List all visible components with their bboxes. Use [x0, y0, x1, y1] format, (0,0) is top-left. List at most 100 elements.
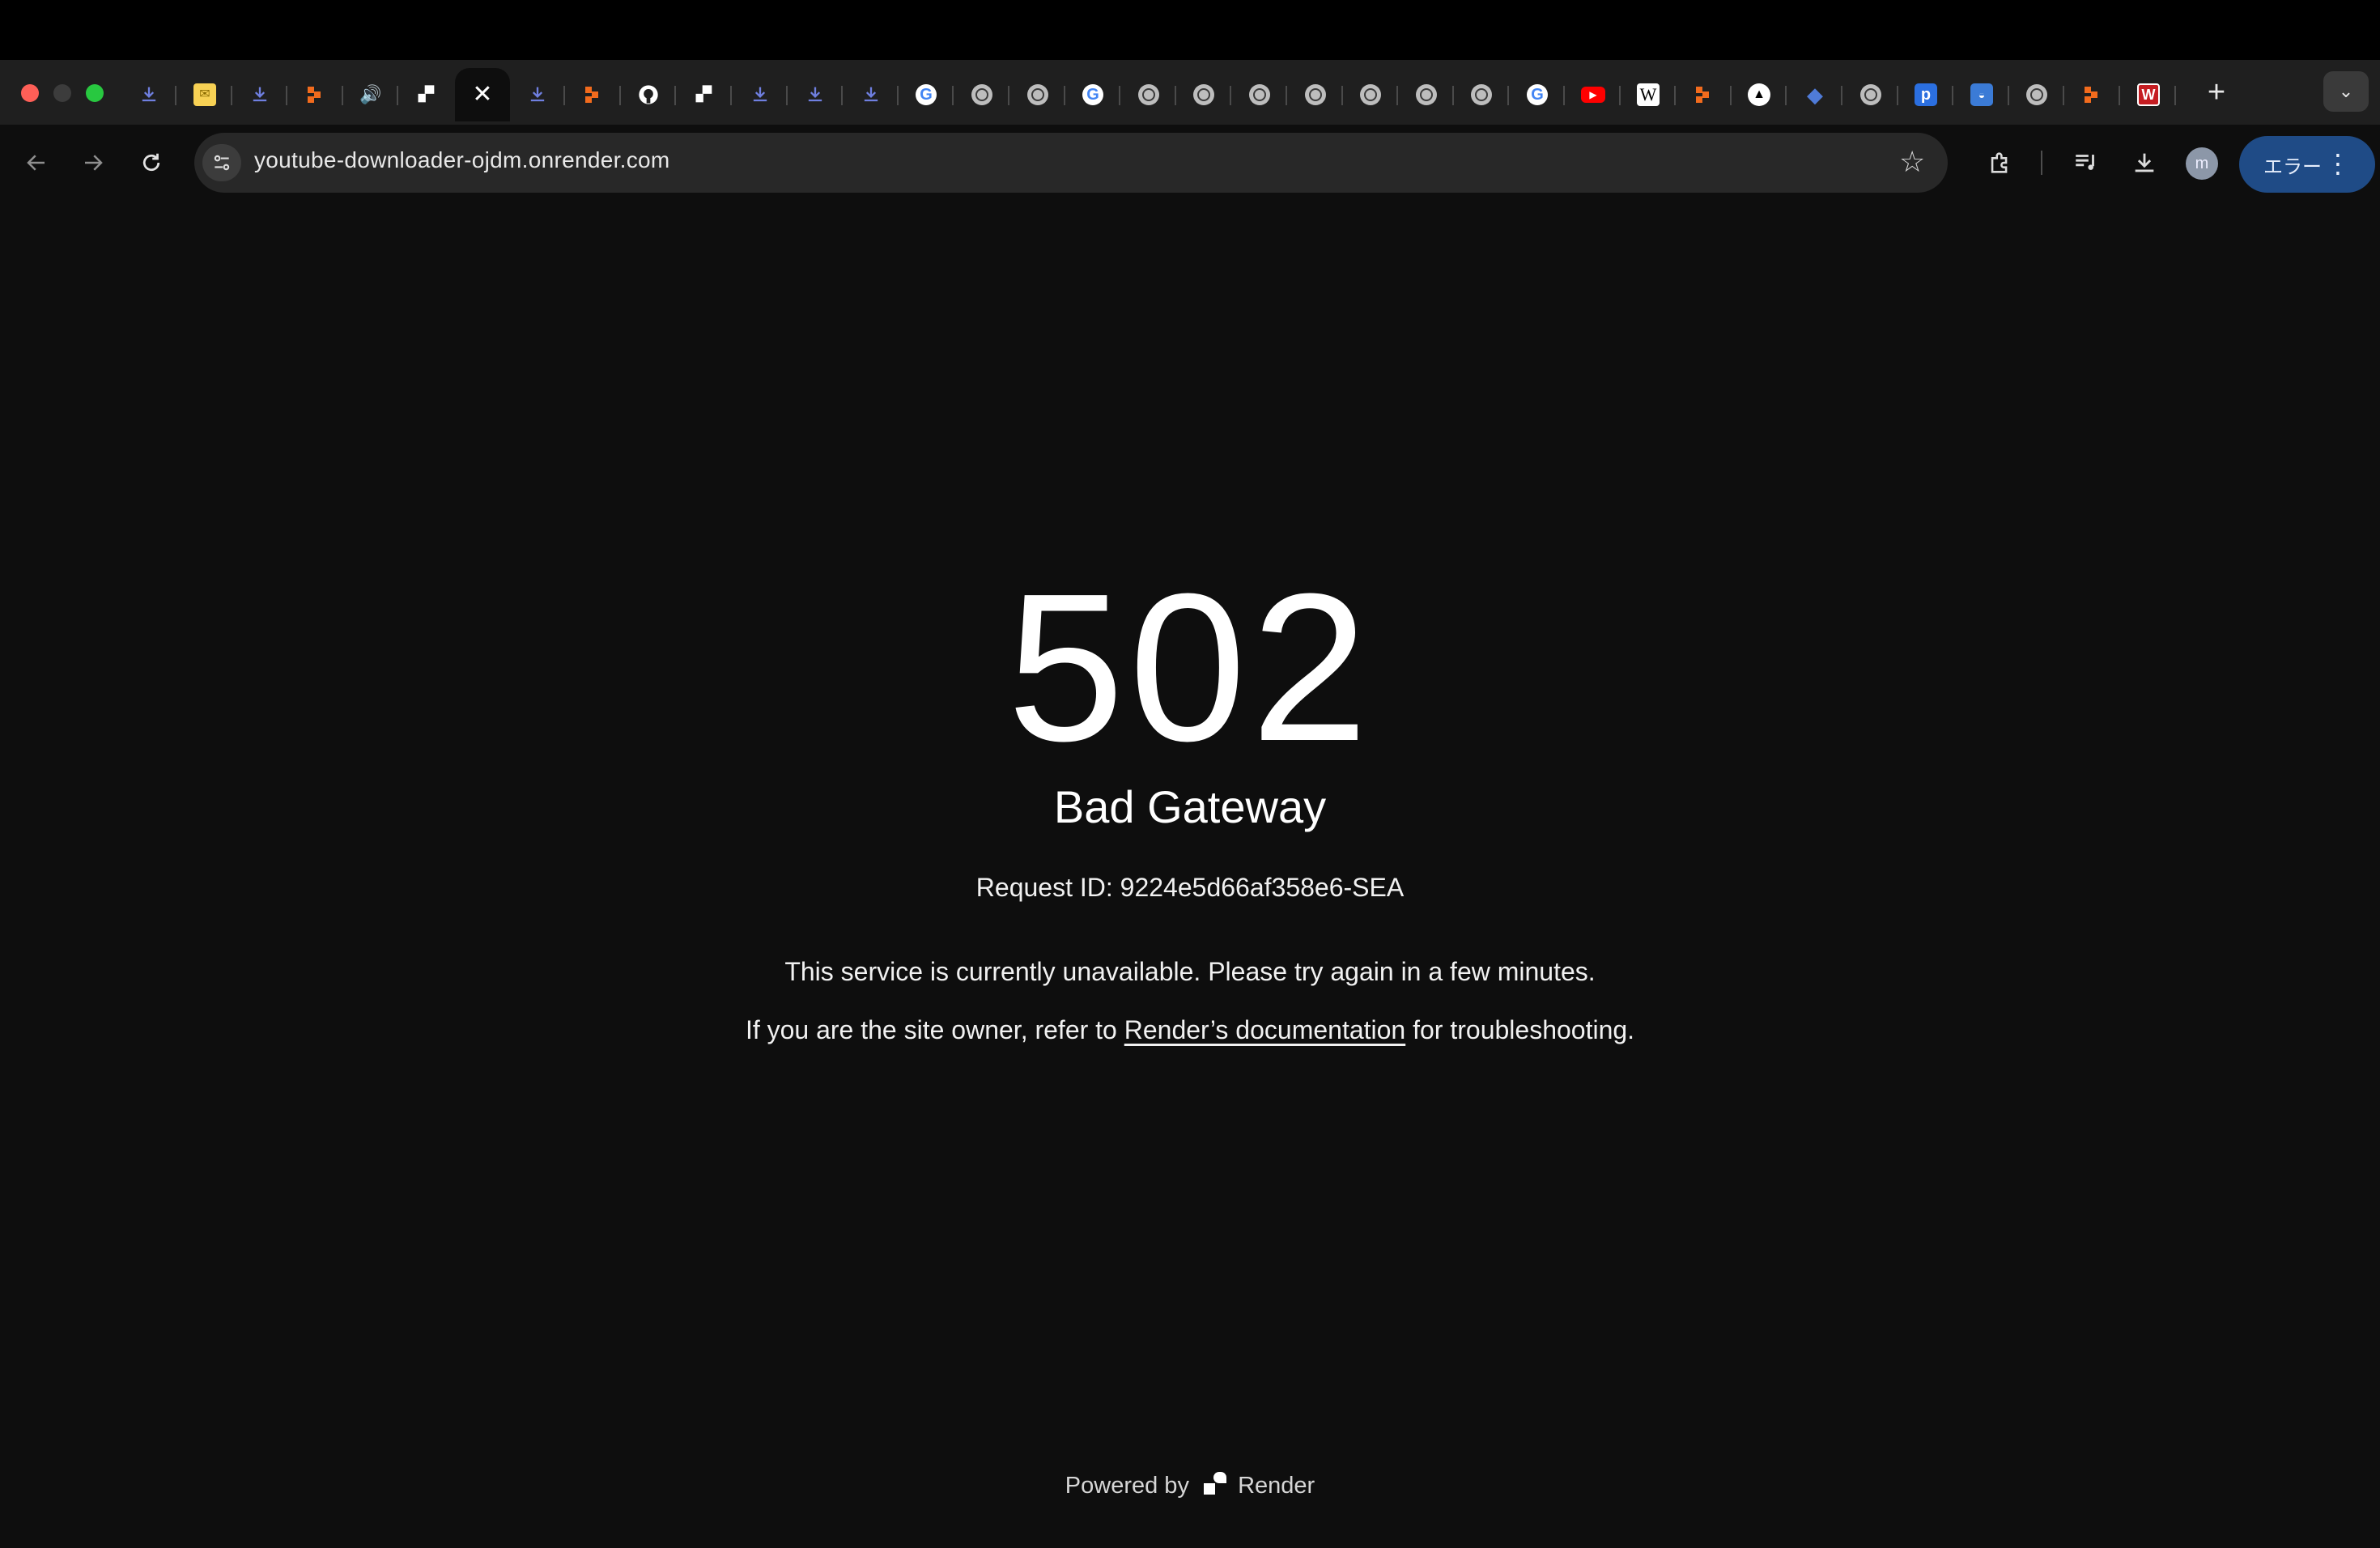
- playlist-music-icon: [2076, 155, 2094, 170]
- sticky-note-icon: ✉: [193, 83, 216, 106]
- extensions-button[interactable]: [1982, 144, 2019, 181]
- browser-tab[interactable]: [1232, 68, 1287, 121]
- bookmark-star-icon[interactable]: ☆: [1899, 146, 1925, 178]
- owner-message-suffix: for troubleshooting.: [1405, 1015, 1635, 1044]
- more-menu-icon[interactable]: ⋮: [2325, 147, 2351, 180]
- browser-tab[interactable]: W: [1621, 68, 1676, 121]
- globe-icon: [1193, 84, 1214, 105]
- render-docs-link[interactable]: Render’s documentation: [1124, 1015, 1405, 1044]
- orange-blocks-icon: [582, 83, 605, 106]
- reload-button[interactable]: [133, 144, 170, 181]
- tab-current[interactable]: ✕: [455, 68, 510, 121]
- orange-blocks-icon: [304, 83, 327, 106]
- youtube-icon: ▶: [1581, 87, 1605, 103]
- window-close-button[interactable]: [21, 84, 39, 102]
- render-icon: [415, 83, 438, 106]
- browser-tab[interactable]: [1399, 68, 1454, 121]
- unavailable-message: This service is currently unavailable. P…: [784, 957, 1596, 986]
- browser-tab[interactable]: [566, 68, 621, 121]
- status-text: Bad Gateway: [1053, 781, 1327, 832]
- browser-tab[interactable]: [1454, 68, 1509, 121]
- browser-tab[interactable]: 🔊: [343, 68, 398, 121]
- google-icon: G: [1082, 84, 1103, 105]
- browser-tab[interactable]: [844, 68, 899, 121]
- window-minimize-button[interactable]: [53, 84, 71, 102]
- globe-icon: [2026, 84, 2047, 105]
- globe-icon: [1471, 84, 1492, 105]
- browser-tab[interactable]: [733, 68, 788, 121]
- globe-icon: [1138, 84, 1159, 105]
- close-tab-icon[interactable]: ✕: [471, 83, 494, 107]
- new-tab-button[interactable]: +: [2199, 74, 2234, 110]
- status-code: 502: [1007, 551, 1373, 785]
- site-info-button[interactable]: [202, 144, 241, 181]
- blue-diamond-icon: ◆: [1807, 83, 1823, 107]
- puzzle-icon: [1991, 152, 2008, 173]
- browser-tab[interactable]: [788, 68, 843, 121]
- browser-tab[interactable]: ◆: [1787, 68, 1842, 121]
- browser-tab[interactable]: [399, 68, 454, 121]
- browser-tab[interactable]: ◒: [1954, 68, 2009, 121]
- browser-tab[interactable]: [232, 68, 287, 121]
- globe-icon: [1860, 84, 1881, 105]
- browser-tab[interactable]: G: [1065, 68, 1120, 121]
- browser-tab[interactable]: [1010, 68, 1065, 121]
- orange-blocks-icon: [2081, 83, 2104, 106]
- download-icon: [749, 83, 771, 106]
- browser-tab[interactable]: [1843, 68, 1898, 121]
- browser-tab[interactable]: [1121, 68, 1176, 121]
- orange-blocks-icon: [1693, 83, 1715, 106]
- browser-tab[interactable]: ▶: [1566, 68, 1621, 121]
- browser-tab[interactable]: [954, 68, 1009, 121]
- browser-tab[interactable]: ▲: [1732, 68, 1787, 121]
- blue-chat-icon: ◒: [1970, 83, 1993, 106]
- footer-brand[interactable]: Render: [1238, 1473, 1315, 1499]
- browser-tab[interactable]: [1176, 68, 1231, 121]
- github-icon: [637, 83, 660, 106]
- arrow-left-icon: [27, 155, 45, 171]
- render-icon: [693, 83, 716, 106]
- download-icon: [138, 83, 160, 106]
- globe-icon: [1416, 84, 1437, 105]
- browser-tab[interactable]: [510, 68, 565, 121]
- toolbar-divider: [2041, 151, 2042, 175]
- error-status-button[interactable]: エラー ⋮: [2239, 136, 2375, 193]
- back-button[interactable]: [18, 144, 55, 181]
- os-menu-bar: [0, 0, 2380, 60]
- tab-search-button[interactable]: ⌄: [2323, 71, 2369, 112]
- globe-icon: [1027, 84, 1048, 105]
- blue-p-icon: p: [1915, 83, 1937, 106]
- media-controls-button[interactable]: [2068, 144, 2105, 181]
- browser-tab[interactable]: p: [1898, 68, 1953, 121]
- owner-message: If you are the site owner, refer to Rend…: [0, 1015, 2380, 1045]
- browser-tab[interactable]: [1677, 68, 1732, 121]
- browser-tab[interactable]: G: [1510, 68, 1565, 121]
- browser-tab[interactable]: [288, 68, 343, 121]
- globe-icon: [1360, 84, 1381, 105]
- browser-tab[interactable]: W: [2121, 68, 2176, 121]
- browser-tab[interactable]: [2009, 68, 2064, 121]
- browser-tab[interactable]: [677, 68, 732, 121]
- owner-message-prefix: If you are the site owner, refer to: [745, 1015, 1124, 1044]
- arrow-right-icon: [85, 155, 103, 171]
- browser-tab[interactable]: [1288, 68, 1343, 121]
- red-w-icon: W: [2137, 83, 2160, 106]
- browser-tab[interactable]: [121, 68, 176, 121]
- window-zoom-button[interactable]: [86, 84, 104, 102]
- downloads-button[interactable]: [2126, 144, 2163, 181]
- request-id: Request ID: 9224e5d66af358e6-SEA: [975, 873, 1405, 902]
- url-text[interactable]: youtube-downloader-ojdm.onrender.com: [254, 147, 670, 173]
- speaker-icon: 🔊: [359, 84, 382, 104]
- chevron-down-icon: ⌄: [2338, 81, 2354, 101]
- profile-avatar[interactable]: m: [2186, 147, 2218, 180]
- browser-tab[interactable]: [2065, 68, 2120, 121]
- tab-list: ✉ 🔊 ✕ G G G ▶ W ▲ ◆ p ◒ W: [121, 68, 2267, 121]
- forward-button[interactable]: [74, 144, 112, 181]
- browser-tab[interactable]: ✉: [177, 68, 232, 121]
- browser-tab[interactable]: [621, 68, 676, 121]
- error-pill-label: エラー: [2263, 155, 2322, 178]
- browser-tab[interactable]: G: [899, 68, 954, 121]
- wikipedia-icon: W: [1637, 83, 1660, 106]
- download-icon: [804, 83, 827, 106]
- browser-tab[interactable]: [1343, 68, 1398, 121]
